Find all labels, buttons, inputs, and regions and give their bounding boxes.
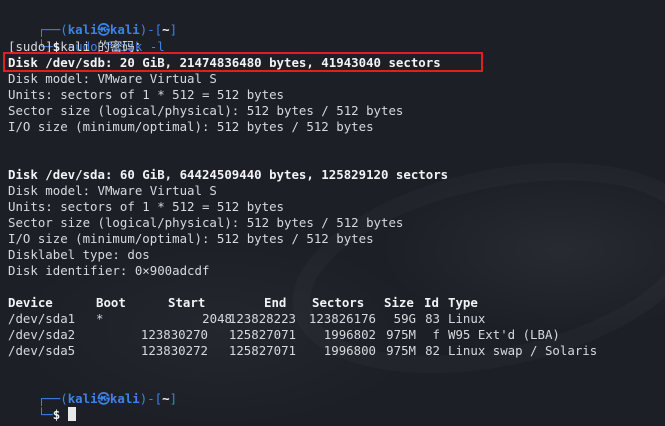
prompt-end: ] xyxy=(169,22,178,37)
col-sectors: Sectors xyxy=(312,295,365,310)
cell-start: 123830272 xyxy=(140,343,208,358)
sda-disklabel-type: Disklabel type: dos xyxy=(8,247,150,262)
cell-device: /dev/sda2 xyxy=(8,327,76,342)
cell-id: 83 xyxy=(425,311,440,326)
terminal-window[interactable]: ┌──(kali㉿kali)-[~] └─$ sudo fdisk -l [su… xyxy=(0,0,665,426)
prompt-at-icon: ㉿ xyxy=(97,391,110,406)
cell-end: 125827071 xyxy=(228,327,296,342)
prompt-path: ~ xyxy=(162,391,170,406)
col-boot: Boot xyxy=(96,295,126,310)
cell-id: f xyxy=(432,327,440,342)
cell-end: 125827071 xyxy=(228,343,296,358)
sdb-disk-model: Disk model: VMware Virtual S xyxy=(8,71,217,86)
cell-sectors: 1996802 xyxy=(323,327,376,342)
table-row: /dev/sda5 123830272 125827071 1996800 97… xyxy=(8,343,648,359)
prompt-host: kali xyxy=(109,391,140,406)
sda-disk-identifier: Disk identifier: 0×900adcdf xyxy=(8,263,210,278)
sdb-io-size: I/O size (minimum/optimal): 512 bytes / … xyxy=(8,119,374,134)
col-device: Device xyxy=(8,295,53,310)
prompt-corner-bottom: └─ xyxy=(37,407,53,422)
command-line: └─$ sudo fdisk -l xyxy=(8,23,165,54)
cell-size: 59G xyxy=(393,311,416,326)
table-row: /dev/sda2 123830270 125827071 1996802 97… xyxy=(8,327,648,343)
sda-disk-header: Disk /dev/sda: 60 GiB, 64424509440 bytes… xyxy=(8,167,449,182)
prompt-line-1: ┌──(kali㉿kali)-[~] xyxy=(8,6,177,37)
sdb-disk-header: Disk /dev/sdb: 20 GiB, 21474836480 bytes… xyxy=(8,55,441,70)
sda-io-size: I/O size (minimum/optimal): 512 bytes / … xyxy=(8,231,374,246)
cell-sectors: 123826176 xyxy=(308,311,376,326)
cell-start: 123830270 xyxy=(140,327,208,342)
col-start: Start xyxy=(168,295,206,310)
cell-type: Linux swap / Solaris xyxy=(448,343,598,358)
sdb-units: Units: sectors of 1 * 512 = 512 bytes xyxy=(8,87,285,102)
cell-device: /dev/sda1 xyxy=(8,311,76,326)
prompt-end: ] xyxy=(169,391,178,406)
cell-device: /dev/sda5 xyxy=(8,343,76,358)
cell-id: 82 xyxy=(425,343,440,358)
input-line[interactable]: └─$ xyxy=(8,391,76,422)
table-row: /dev/sda1 * 2048 123828223 123826176 59G… xyxy=(8,311,648,327)
sdb-sector-size: Sector size (logical/physical): 512 byte… xyxy=(8,103,404,118)
col-type: Type xyxy=(448,295,478,310)
cell-boot: * xyxy=(96,311,104,326)
prompt-dollar: $ xyxy=(52,407,61,422)
cell-size: 975M xyxy=(386,327,416,342)
col-size: Size xyxy=(384,295,414,310)
prompt-mid: )-[ xyxy=(139,391,163,406)
col-id: Id xyxy=(424,295,439,310)
partition-table-header: Device Boot Start End Sectors Size Id Ty… xyxy=(8,295,648,311)
sda-disk-model: Disk model: VMware Virtual S xyxy=(8,183,217,198)
cell-size: 975M xyxy=(386,343,416,358)
cell-end: 123828223 xyxy=(228,311,296,326)
sda-units: Units: sectors of 1 * 512 = 512 bytes xyxy=(8,199,285,214)
cell-type: Linux xyxy=(448,311,486,326)
text-cursor[interactable] xyxy=(67,407,76,421)
cell-type: W95 Ext'd (LBA) xyxy=(448,327,560,342)
sda-sector-size: Sector size (logical/physical): 512 byte… xyxy=(8,215,404,230)
col-end: End xyxy=(264,295,287,310)
prompt-line-2: ┌──(kali㉿kali)-[~] xyxy=(8,375,177,406)
cell-sectors: 1996800 xyxy=(323,343,376,358)
